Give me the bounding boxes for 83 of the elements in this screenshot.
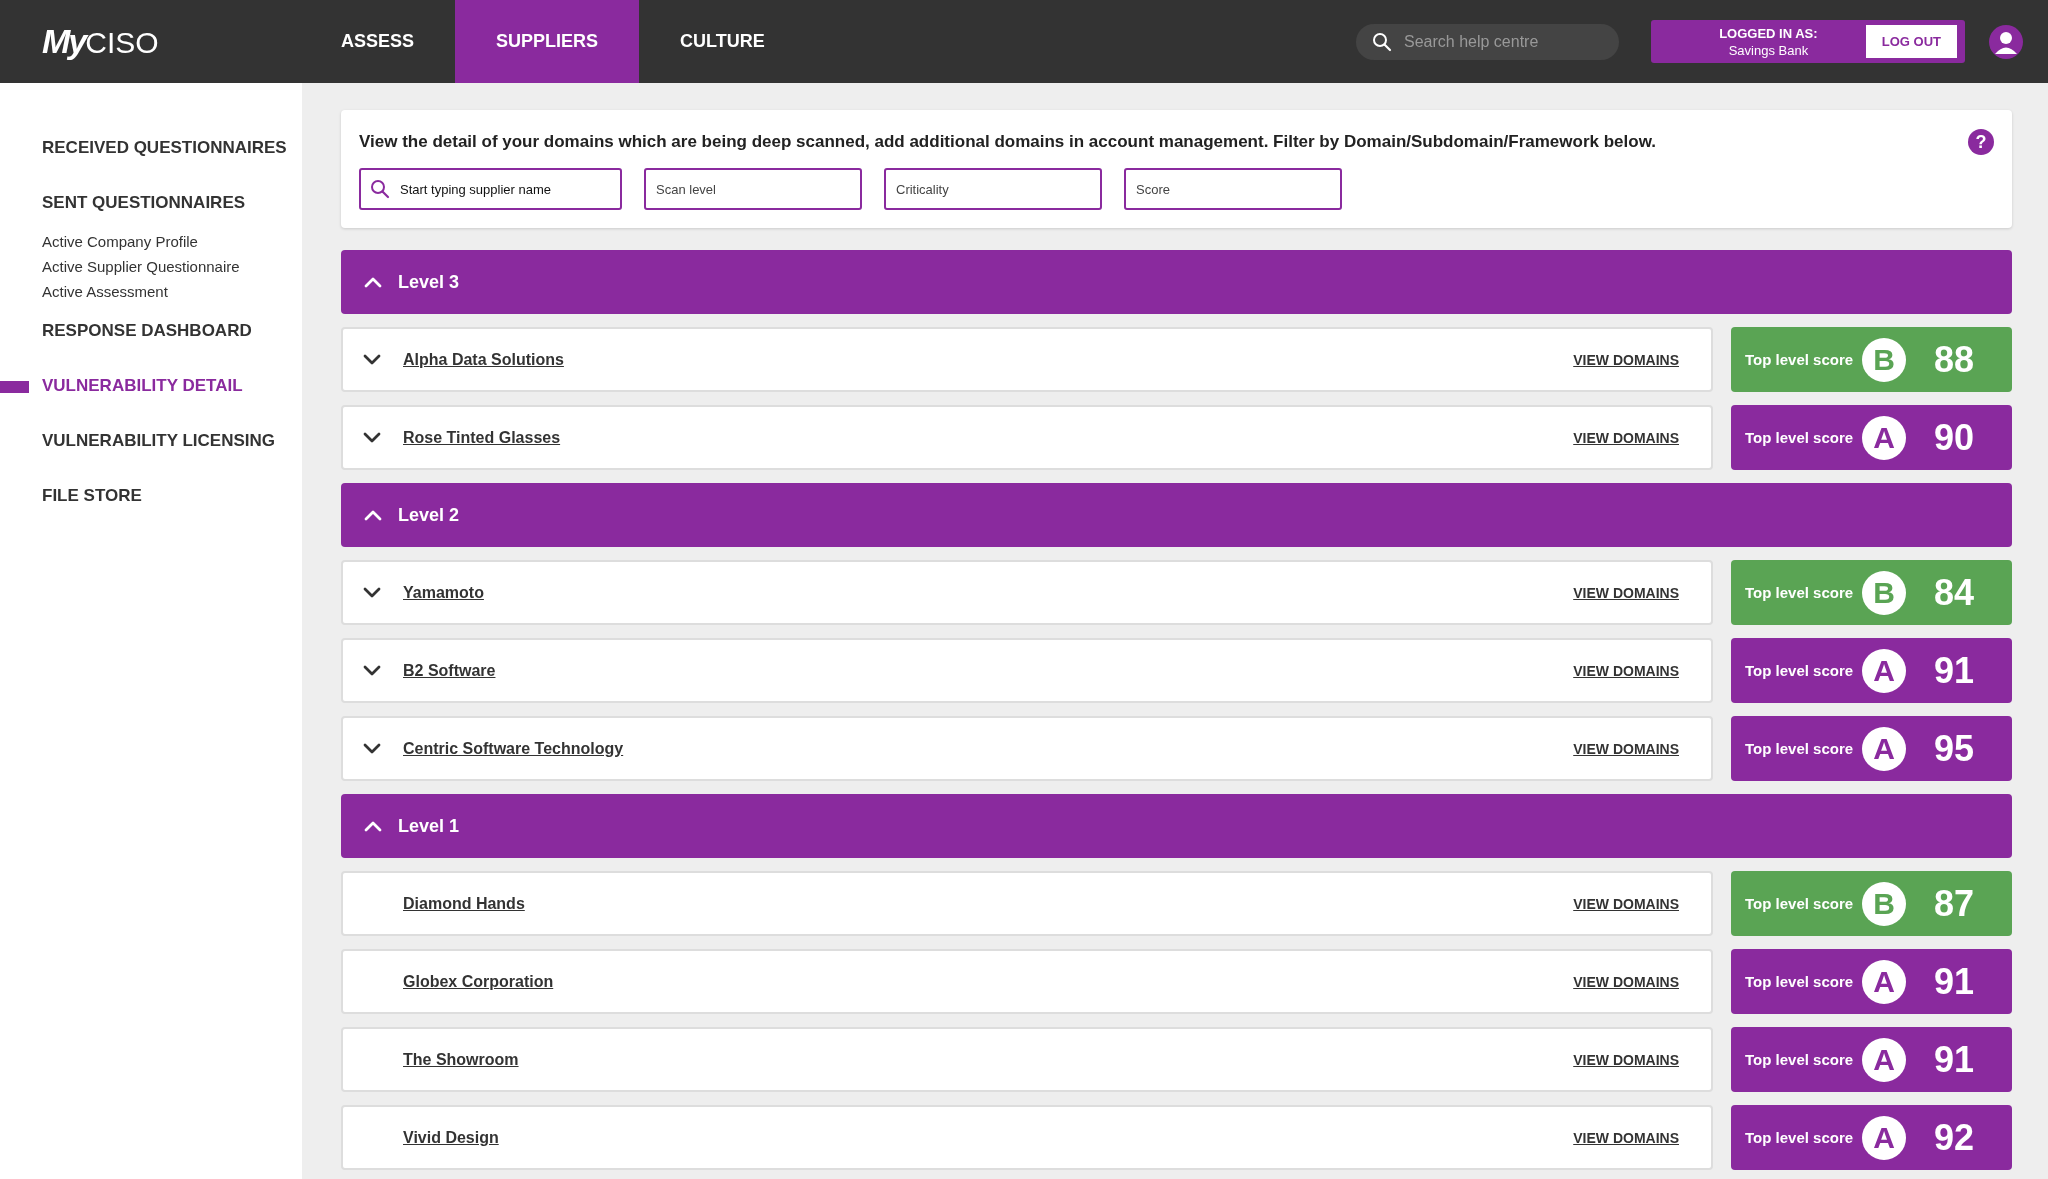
chevron-icon[interactable]: [363, 586, 381, 599]
view-domains-link[interactable]: VIEW DOMAINS: [1573, 351, 1679, 368]
chevron-icon[interactable]: [364, 276, 382, 288]
supplier-link[interactable]: The Showroom: [403, 1050, 519, 1069]
level-title: Level 1: [398, 815, 460, 837]
sidebar-item[interactable]: RECEIVED QUESTIONNAIRES: [0, 137, 302, 159]
chevron-icon[interactable]: [363, 664, 381, 677]
view-domains-link[interactable]: VIEW DOMAINS: [1573, 584, 1679, 601]
supplier-link[interactable]: B2 Software: [403, 661, 496, 680]
sidebar-item[interactable]: Active Supplier Questionnaire: [0, 254, 302, 279]
filter-field[interactable]: Scan level: [644, 168, 862, 210]
score-label: Top level score: [1745, 429, 1855, 446]
view-domains-link[interactable]: VIEW DOMAINS: [1573, 662, 1679, 679]
level-title: Level 2: [398, 504, 460, 526]
grade-badge: B: [1862, 881, 1906, 926]
supplier-link[interactable]: Yamamoto: [403, 583, 484, 602]
search-field[interactable]: Search help centre: [1356, 23, 1619, 60]
avatar-icon[interactable]: [1989, 24, 2023, 59]
supplier-link[interactable]: Vivid Design: [403, 1128, 499, 1147]
sidebar-item[interactable]: Active Assessment: [0, 279, 302, 304]
score-label: Top level score: [1745, 895, 1855, 912]
grade-badge: B: [1862, 570, 1906, 615]
logged-in-label: LOGGED IN AS:: [1718, 24, 1819, 42]
intro-text: View the detail of your domains which are being deep scanned, add additional domains in account management. Filter by Domain/Subdomain/Framework below.: [359, 132, 1657, 152]
grade-badge: B: [1862, 337, 1906, 382]
chevron-icon[interactable]: [363, 353, 381, 366]
score-value: 88: [1934, 338, 1975, 381]
nav-tab[interactable]: CULTURE: [639, 0, 806, 83]
sidebar-item[interactable]: VULNERABILITY DETAIL: [0, 375, 302, 397]
grade-badge: A: [1862, 415, 1906, 460]
view-domains-link[interactable]: VIEW DOMAINS: [1573, 429, 1679, 446]
supplier-search-field[interactable]: Start typing supplier name: [359, 168, 622, 210]
logo[interactable]: MyCISO: [42, 22, 300, 61]
grade-badge: A: [1862, 959, 1906, 1004]
chevron-icon[interactable]: [363, 431, 381, 444]
score-value: 91: [1934, 960, 1975, 1003]
score-value: 91: [1934, 1038, 1975, 1081]
sidebar-item[interactable]: SENT QUESTIONNAIRES: [0, 192, 302, 214]
sidebar-item[interactable]: FILE STORE: [0, 485, 302, 507]
help-button[interactable]: ?: [1968, 129, 1994, 155]
level-title: Level 3: [398, 271, 460, 293]
grade-badge: A: [1862, 1115, 1906, 1160]
score-label: Top level score: [1745, 662, 1855, 679]
score-label: Top level score: [1745, 973, 1855, 990]
filter-field[interactable]: Criticality: [884, 168, 1102, 210]
nav-tab[interactable]: SUPPLIERS: [455, 0, 640, 83]
level-header[interactable]: Level 1: [341, 794, 2012, 858]
score-label: Top level score: [1745, 584, 1855, 601]
chevron-icon[interactable]: [364, 509, 382, 521]
view-domains-link[interactable]: VIEW DOMAINS: [1573, 895, 1679, 912]
chevron-icon[interactable]: [364, 820, 382, 832]
account-name: Savings Bank: [1728, 42, 1809, 58]
level-header[interactable]: Level 3: [341, 250, 2012, 314]
grade-badge: A: [1862, 726, 1906, 771]
supplier-link[interactable]: Alpha Data Solutions: [403, 350, 564, 369]
score-value: 90: [1934, 416, 1975, 459]
sidebar-item[interactable]: Active Company Profile: [0, 229, 302, 254]
score-label: Top level score: [1745, 1051, 1855, 1068]
supplier-link[interactable]: Diamond Hands: [403, 894, 525, 913]
score-value: 95: [1934, 727, 1975, 770]
score-value: 92: [1934, 1116, 1975, 1159]
view-domains-link[interactable]: VIEW DOMAINS: [1573, 740, 1679, 757]
level-header[interactable]: Level 2: [341, 483, 2012, 547]
score-value: 91: [1934, 649, 1975, 692]
score-label: Top level score: [1745, 1129, 1855, 1146]
view-domains-link[interactable]: VIEW DOMAINS: [1573, 1051, 1679, 1068]
score-value: 84: [1934, 571, 1975, 614]
sidebar-item[interactable]: VULNERABILITY LICENSING: [0, 430, 302, 452]
nav-tab[interactable]: ASSESS: [300, 0, 456, 83]
score-value: 87: [1934, 882, 1975, 925]
supplier-link[interactable]: Centric Software Technology: [403, 739, 624, 758]
filter-field[interactable]: Score: [1124, 168, 1342, 210]
logout-button[interactable]: LOG OUT: [1865, 25, 1957, 58]
score-label: Top level score: [1745, 740, 1855, 757]
grade-badge: A: [1862, 648, 1906, 693]
supplier-link[interactable]: Globex Corporation: [403, 972, 554, 991]
chevron-icon[interactable]: [363, 742, 381, 755]
sidebar-item[interactable]: RESPONSE DASHBOARD: [0, 320, 302, 342]
view-domains-link[interactable]: VIEW DOMAINS: [1573, 973, 1679, 990]
view-domains-link[interactable]: VIEW DOMAINS: [1573, 1129, 1679, 1146]
grade-badge: A: [1862, 1037, 1906, 1082]
score-label: Top level score: [1745, 351, 1855, 368]
supplier-link[interactable]: Rose Tinted Glasses: [403, 428, 561, 447]
